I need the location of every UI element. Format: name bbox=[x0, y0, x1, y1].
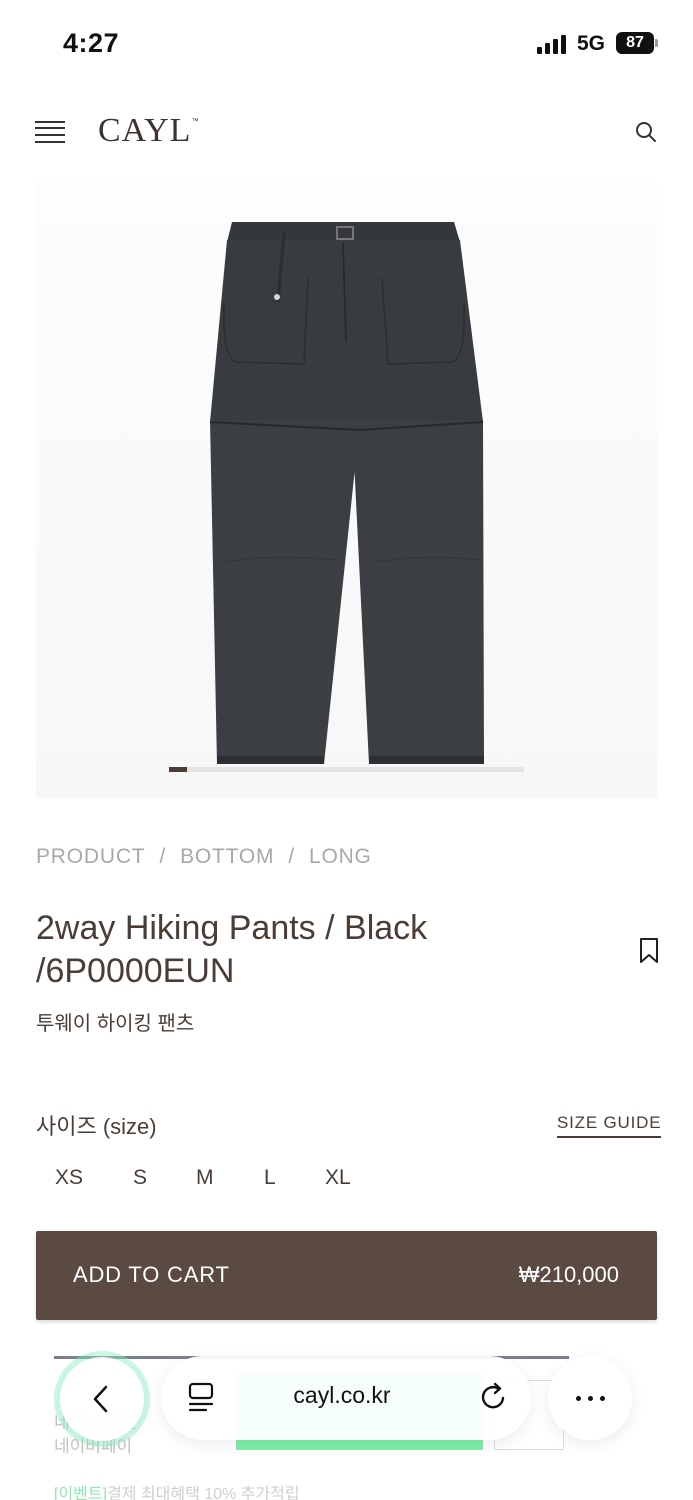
add-to-cart-button[interactable]: ADD TO CART ₩210,000 bbox=[36, 1231, 657, 1320]
back-button[interactable] bbox=[60, 1357, 144, 1441]
size-option-xs[interactable]: XS bbox=[55, 1166, 83, 1190]
logo-trademark: ™ bbox=[191, 118, 200, 125]
size-option-xl[interactable]: XL bbox=[325, 1166, 351, 1190]
search-icon[interactable] bbox=[634, 120, 658, 144]
chevron-left-icon bbox=[93, 1385, 108, 1413]
event-banner[interactable]: [이벤트]결제 최대혜택 10% 추가적립 bbox=[54, 1480, 300, 1500]
battery-icon: 87 bbox=[616, 32, 654, 54]
product-image[interactable] bbox=[36, 182, 657, 798]
url-text[interactable]: cayl.co.kr bbox=[237, 1382, 447, 1409]
status-bar: 4:27 5G 87 bbox=[0, 0, 693, 90]
bookmark-icon[interactable] bbox=[638, 937, 660, 965]
more-icon-dot bbox=[588, 1396, 593, 1401]
battery-tip bbox=[655, 39, 658, 47]
event-prefix: [이벤트] bbox=[54, 1486, 108, 1500]
carousel-progress-thumb bbox=[169, 767, 187, 772]
size-option-l[interactable]: L bbox=[264, 1166, 276, 1190]
breadcrumb-item-product[interactable]: PRODUCT bbox=[36, 845, 145, 868]
carousel-progress-track bbox=[169, 767, 524, 772]
add-to-cart-label: ADD TO CART bbox=[73, 1262, 230, 1287]
signal-icon bbox=[537, 34, 569, 54]
breadcrumb: PRODUCT / BOTTOM / LONG bbox=[36, 845, 372, 869]
breadcrumb-item-long[interactable]: LONG bbox=[309, 845, 372, 868]
product-subtitle-korean: 투웨이 하이킹 팬츠 bbox=[36, 1013, 195, 1035]
product-title-line1: 2way Hiking Pants / Black bbox=[36, 909, 428, 947]
reader-icon[interactable] bbox=[186, 1381, 218, 1415]
size-guide-link[interactable]: SIZE GUIDE bbox=[557, 1113, 662, 1138]
size-label: 사이즈 (size) bbox=[36, 1114, 157, 1139]
more-button[interactable] bbox=[548, 1356, 632, 1440]
event-text: 결제 최대혜택 10% 추가적립 bbox=[107, 1486, 300, 1500]
product-title: 2way Hiking Pants / Black /6P0000EUN bbox=[36, 907, 596, 993]
status-time: 4:27 bbox=[63, 28, 120, 58]
network-label: 5G bbox=[577, 32, 606, 55]
menu-icon[interactable] bbox=[35, 121, 65, 143]
size-option-m[interactable]: M bbox=[196, 1166, 214, 1190]
reload-icon[interactable] bbox=[478, 1381, 510, 1413]
size-option-s[interactable]: S bbox=[133, 1166, 147, 1190]
more-icon-dot bbox=[576, 1396, 581, 1401]
logo-text: CAYL bbox=[98, 112, 192, 149]
breadcrumb-separator: / bbox=[159, 845, 167, 868]
logo[interactable]: CAYL™ bbox=[98, 112, 199, 150]
breadcrumb-separator: / bbox=[288, 845, 295, 868]
product-title-line2: /6P0000EUN bbox=[36, 952, 235, 990]
more-icon-dot bbox=[600, 1396, 605, 1401]
breadcrumb-item-bottom[interactable]: BOTTOM bbox=[180, 845, 274, 868]
price: ₩210,000 bbox=[518, 1262, 619, 1287]
